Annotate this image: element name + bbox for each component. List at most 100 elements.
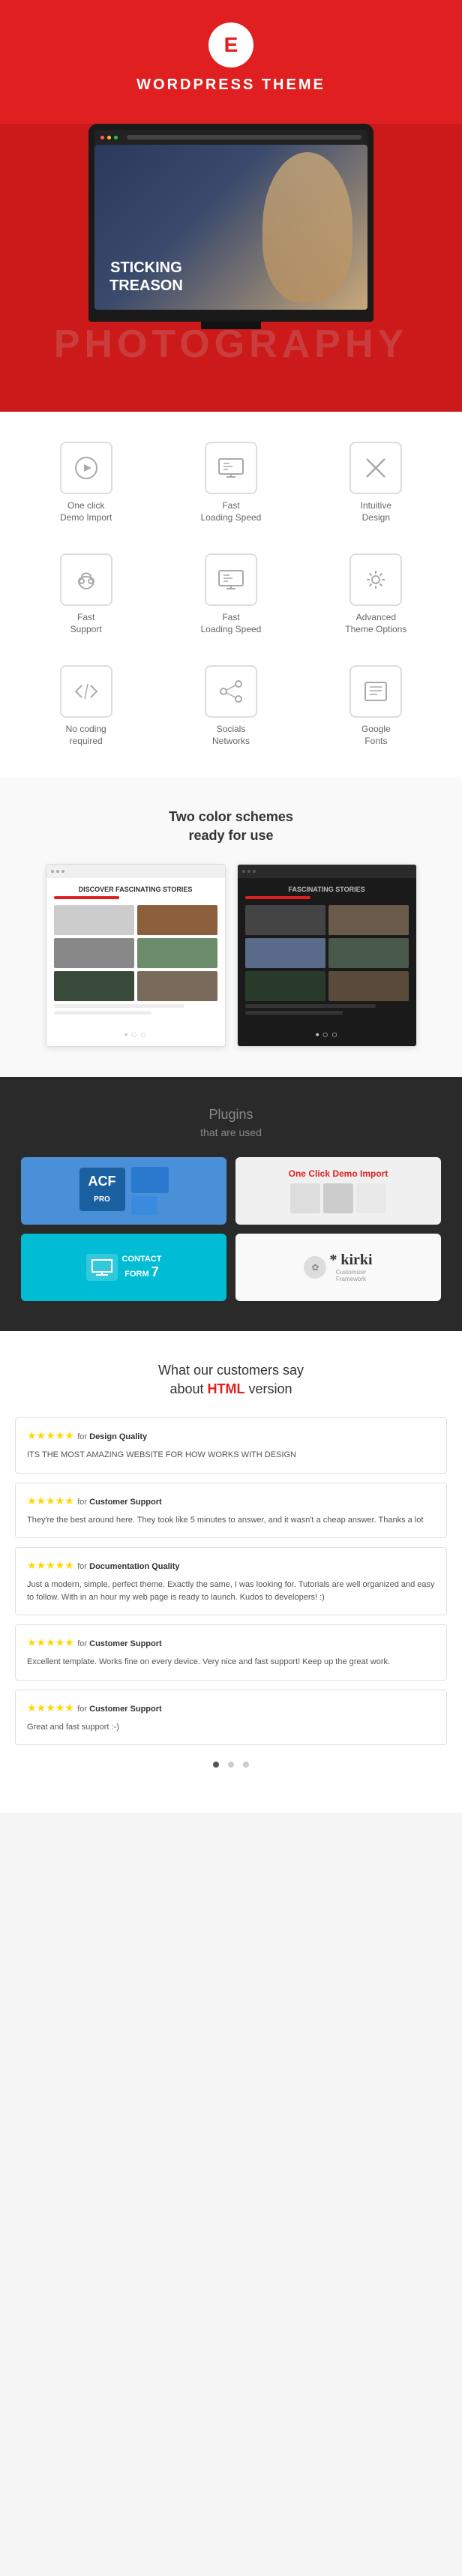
topbar-dot-2 (56, 870, 59, 873)
dark-text-line-1 (245, 1004, 376, 1008)
laptop-screen: STICKING TREASON (94, 145, 368, 310)
dark-img-4 (328, 938, 409, 968)
feature-label-one-click-demo: One clickDemo Import (28, 500, 143, 523)
pagination-dot-2[interactable] (228, 1762, 234, 1768)
cf7-text: CONTACTFORM 7 (122, 1255, 162, 1281)
oneclick-content: One Click Demo Import (242, 1168, 435, 1213)
review-header-0: ★★★★★ for Design Quality (27, 1429, 435, 1443)
customers-title: What our customers say about HTML versio… (15, 1361, 447, 1399)
light-scheme-heading: DISCOVER FASCINATING STORIES (54, 886, 218, 893)
pagination-dot-1[interactable] (213, 1762, 219, 1768)
oneclick-img-2 (323, 1183, 353, 1213)
feature-google-fonts: GoogleFonts (311, 658, 441, 754)
header-title: WORDPRESS THEME (15, 76, 447, 94)
review-header-3: ★★★★★ for Customer Support (27, 1636, 435, 1650)
acf-logo-box: ACFPRO (80, 1168, 125, 1211)
review-for-label-2: for (77, 1562, 89, 1571)
logo-letter: E (224, 33, 238, 57)
review-for-type-4: Customer Support (89, 1705, 162, 1714)
light-scheme-pagination: • ○ ○ (46, 1022, 225, 1046)
dark-img-2 (328, 905, 409, 935)
review-header-1: ★★★★★ for Customer Support (27, 1495, 435, 1508)
dark-img-1 (245, 905, 326, 935)
review-card-1: ★★★★★ for Customer Support They're the b… (15, 1483, 447, 1539)
cf7-icon-box (86, 1254, 118, 1281)
review-for-label-4: for (77, 1705, 89, 1714)
customers-section: What our customers say about HTML versio… (0, 1331, 462, 1813)
features-grid: One clickDemo Import FastLoading Speed I… (21, 434, 441, 755)
light-img-1 (54, 905, 134, 935)
dot-green (114, 136, 118, 139)
feature-label-advanced-theme: AdvancedTheme Options (319, 612, 434, 635)
feature-advanced-theme: AdvancedTheme Options (311, 546, 441, 643)
feature-label-fast-loading-1: FastLoading Speed (173, 500, 288, 523)
plugin-one-click-import: One Click Demo Import (236, 1157, 441, 1225)
light-scheme-grid (54, 905, 218, 1001)
feature-fast-loading-2: FastLoading Speed (166, 546, 296, 643)
review-text-3: Excellent template. Works fine on every … (27, 1656, 435, 1669)
topbar-dot-1 (51, 870, 54, 873)
acf-logo-area: ACFPRO (80, 1168, 125, 1214)
laptop-base (88, 310, 374, 322)
bottom-pagination (15, 1754, 447, 1783)
feature-one-click-demo: One clickDemo Import (21, 434, 151, 531)
cf7-content: CONTACTFORM 7 (79, 1246, 170, 1288)
dark-img-5 (245, 971, 326, 1001)
dark-img-6 (328, 971, 409, 1001)
screen-image: STICKING TREASON (94, 145, 368, 310)
dark-scheme-grid (245, 905, 409, 1001)
review-text-1: They're the best around here. They took … (27, 1514, 435, 1527)
review-for-label-3: for (77, 1639, 89, 1648)
dark-topbar-dot-2 (248, 870, 250, 873)
google-fonts-icon (350, 665, 402, 718)
review-stars-4: ★★★★★ (27, 1702, 74, 1714)
plugins-subtitle: that are used (15, 1126, 447, 1138)
address-bar (127, 135, 362, 139)
dark-scheme-underline (245, 896, 310, 899)
review-header-2: ★★★★★ for Documentation Quality (27, 1559, 435, 1573)
feature-label-fast-loading-2: FastLoading Speed (173, 612, 288, 635)
dark-text-line-2 (245, 1011, 344, 1015)
background-text: PHOTOGRAPHY (30, 322, 432, 367)
screen-overlay-text: STICKING TREASON (110, 259, 183, 295)
feature-fast-support: FastSupport (21, 546, 151, 643)
feature-socials-networks: SocialsNetworks (166, 658, 296, 754)
kirki-name: * kirki (329, 1252, 372, 1269)
feature-fast-loading-1: FastLoading Speed (166, 434, 296, 531)
topbar-dot-3 (62, 870, 64, 873)
plugin-acf-pro: ACFPRO (21, 1157, 226, 1225)
intuitive-design-icon (350, 442, 402, 494)
color-schemes-section: Two color schemes ready for use DISCOVER… (0, 778, 462, 1077)
acf-inner: ACFPRO (72, 1159, 176, 1222)
dot-yellow (107, 136, 111, 139)
review-stars-1: ★★★★★ (27, 1495, 74, 1507)
kirki-content: ✿ * kirki CustomizerFramework (304, 1252, 372, 1283)
pagination-dot-3[interactable] (243, 1762, 249, 1768)
dark-scheme-mockup: FASCINATING STORIES • ○ ○ (237, 864, 417, 1047)
socials-networks-icon (205, 665, 257, 718)
light-text-line-1 (54, 1004, 184, 1008)
feature-intuitive-design: IntuitiveDesign (311, 434, 441, 531)
light-img-6 (137, 971, 218, 1001)
fast-support-icon (60, 553, 112, 606)
acf-devices (131, 1167, 169, 1215)
light-img-3 (54, 938, 134, 968)
light-scheme-mockup: DISCOVER FASCINATING STORIES • ○ ○ (46, 864, 226, 1047)
dark-topbar-dot-3 (253, 870, 256, 873)
dark-scheme-topbar (238, 865, 416, 878)
kirki-logo: ✿ (304, 1256, 326, 1279)
dot-red (100, 136, 104, 139)
reviews-container: ★★★★★ for Design Quality ITS THE MOST AM… (15, 1417, 447, 1745)
laptop-mockup: STICKING TREASON (88, 124, 374, 310)
light-scheme-underline (54, 896, 119, 899)
fast-loading-1-icon (205, 442, 257, 494)
kirki-inner: ✿ * kirki CustomizerFramework (304, 1252, 372, 1283)
oneclick-img-1 (290, 1183, 320, 1213)
dark-scheme-heading: FASCINATING STORIES (245, 886, 409, 893)
review-card-0: ★★★★★ for Design Quality ITS THE MOST AM… (15, 1417, 447, 1474)
feature-label-google-fonts: GoogleFonts (319, 724, 434, 747)
plugins-section: Plugins that are used ACFPRO One Click D… (0, 1077, 462, 1331)
oneclick-title: One Click Demo Import (242, 1168, 435, 1179)
review-stars-2: ★★★★★ (27, 1559, 74, 1571)
laptop-section: STICKING TREASON PHOTOGRAPHY (0, 124, 462, 412)
